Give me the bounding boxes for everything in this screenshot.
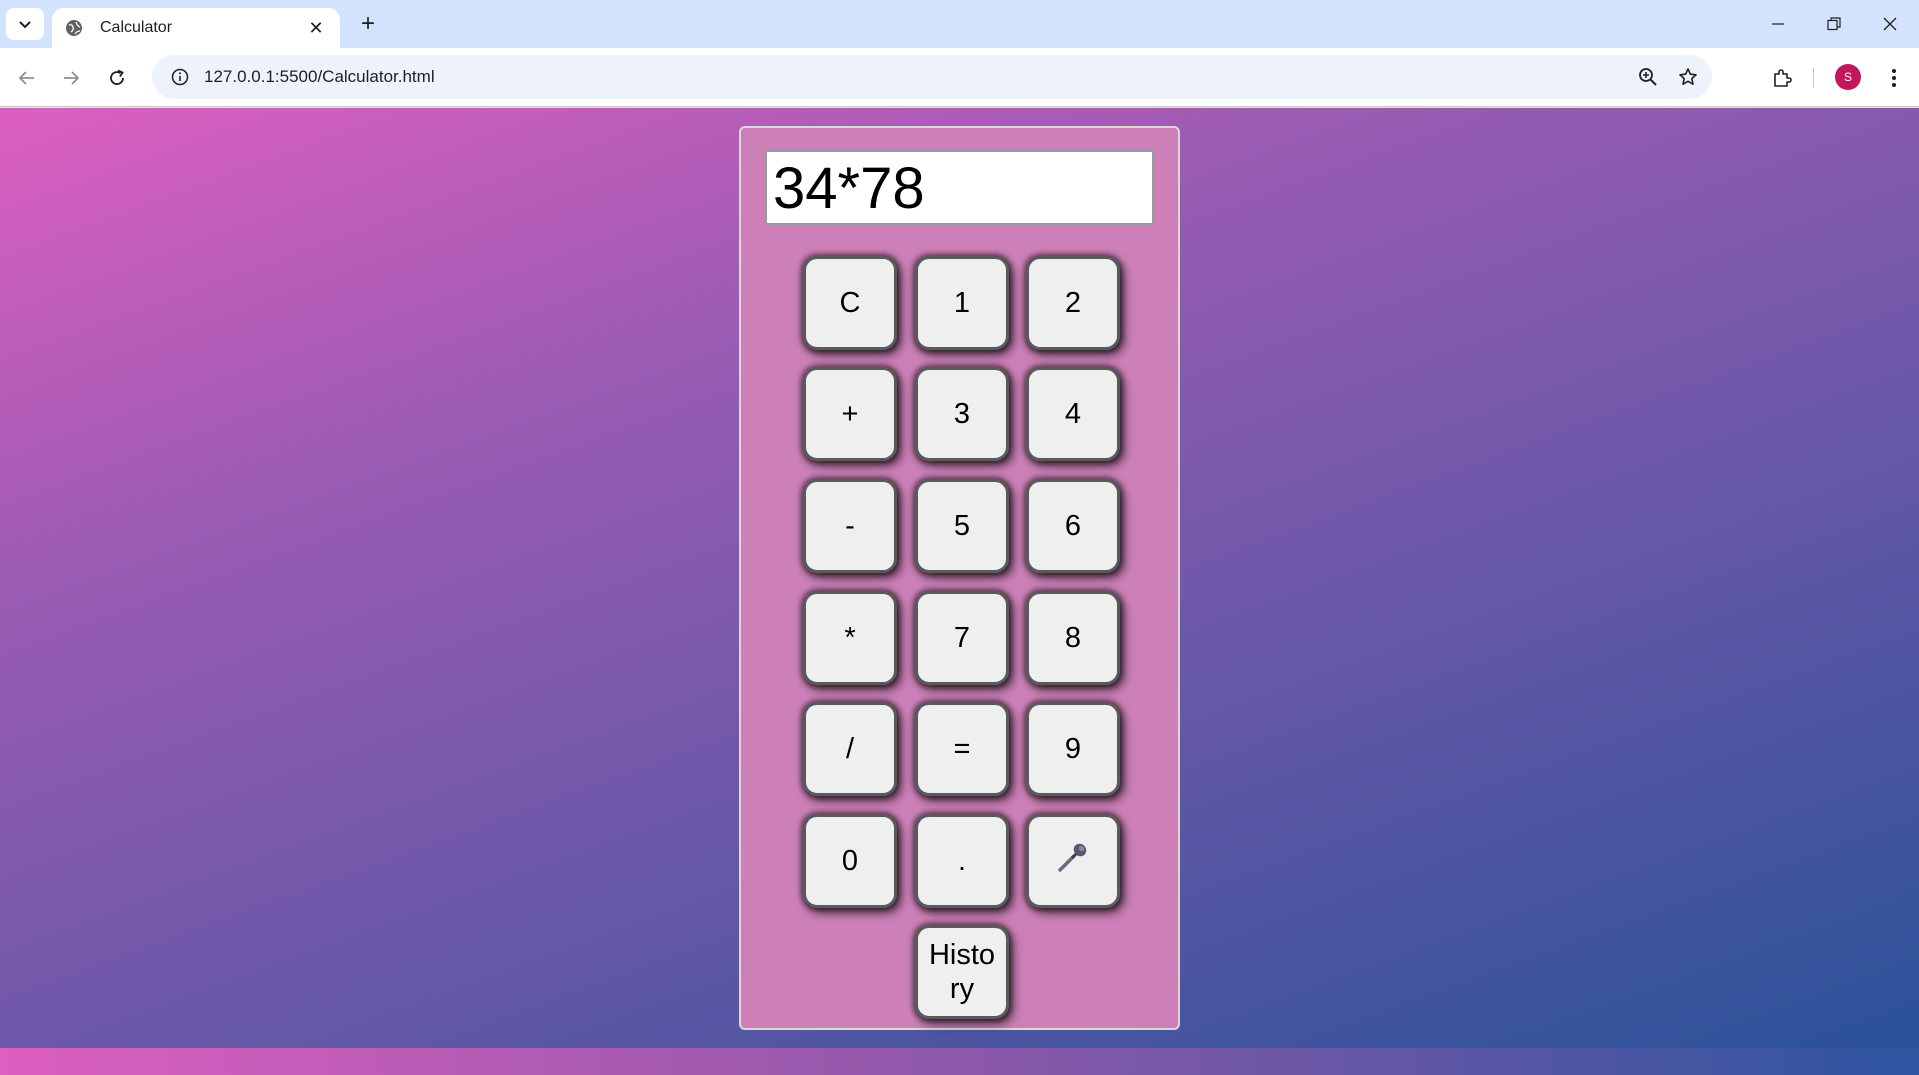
- microphone-button[interactable]: [1026, 814, 1120, 908]
- close-icon[interactable]: ✕: [304, 16, 328, 40]
- history-button[interactable]: History: [915, 925, 1009, 1019]
- restore-icon[interactable]: [1806, 0, 1862, 48]
- url-text[interactable]: 127.0.0.1:5500/Calculator.html: [204, 67, 1628, 87]
- plus-icon[interactable]: +: [352, 8, 384, 40]
- clear-button[interactable]: C: [803, 256, 897, 350]
- info-icon[interactable]: [160, 57, 200, 97]
- minus-button[interactable]: -: [803, 479, 897, 573]
- calculator-panel: 34*78 C 1 2 + 3 4 - 5 6 * 7 8 / = 9 0 .: [739, 126, 1180, 1030]
- digit-1-button[interactable]: 1: [915, 256, 1009, 350]
- tab-calculator[interactable]: Calculator ✕: [52, 8, 340, 48]
- reload-icon[interactable]: [97, 58, 137, 98]
- minimize-icon[interactable]: [1750, 0, 1806, 48]
- browser-toolbar: 127.0.0.1:5500/Calculator.html S: [0, 48, 1919, 107]
- tab-search-icon[interactable]: [6, 8, 44, 40]
- avatar[interactable]: S: [1835, 64, 1861, 90]
- page-viewport: 34*78 C 1 2 + 3 4 - 5 6 * 7 8 / = 9 0 .: [0, 108, 1919, 1048]
- forward-arrow-icon[interactable]: [51, 58, 91, 98]
- digit-6-button[interactable]: 6: [1026, 479, 1120, 573]
- digit-7-button[interactable]: 7: [915, 591, 1009, 685]
- digit-8-button[interactable]: 8: [1026, 591, 1120, 685]
- window-close-icon[interactable]: [1862, 0, 1918, 48]
- toolbar-divider: [1813, 68, 1814, 88]
- microphone-icon: [1056, 840, 1090, 882]
- digit-3-button[interactable]: 3: [915, 367, 1009, 461]
- digit-2-button[interactable]: 2: [1026, 256, 1120, 350]
- equals-button[interactable]: =: [915, 702, 1009, 796]
- digit-5-button[interactable]: 5: [915, 479, 1009, 573]
- decimal-button[interactable]: .: [915, 814, 1009, 908]
- multiply-button[interactable]: *: [803, 591, 897, 685]
- back-arrow-icon[interactable]: [7, 58, 47, 98]
- taskbar-strip: [0, 1048, 1919, 1075]
- address-bar[interactable]: 127.0.0.1:5500/Calculator.html: [152, 55, 1712, 99]
- globe-icon: [64, 18, 84, 38]
- plus-button[interactable]: +: [803, 367, 897, 461]
- extensions-icon[interactable]: [1762, 58, 1802, 98]
- divide-button[interactable]: /: [803, 702, 897, 796]
- calculator-display[interactable]: 34*78: [765, 150, 1154, 225]
- tab-title: Calculator: [100, 19, 173, 36]
- zoom-icon[interactable]: [1628, 57, 1668, 97]
- digit-0-button[interactable]: 0: [803, 814, 897, 908]
- star-icon[interactable]: [1668, 57, 1708, 97]
- digit-9-button[interactable]: 9: [1026, 702, 1120, 796]
- digit-4-button[interactable]: 4: [1026, 367, 1120, 461]
- tab-strip: Calculator ✕ +: [0, 0, 1919, 48]
- kebab-menu-icon[interactable]: [1874, 58, 1914, 98]
